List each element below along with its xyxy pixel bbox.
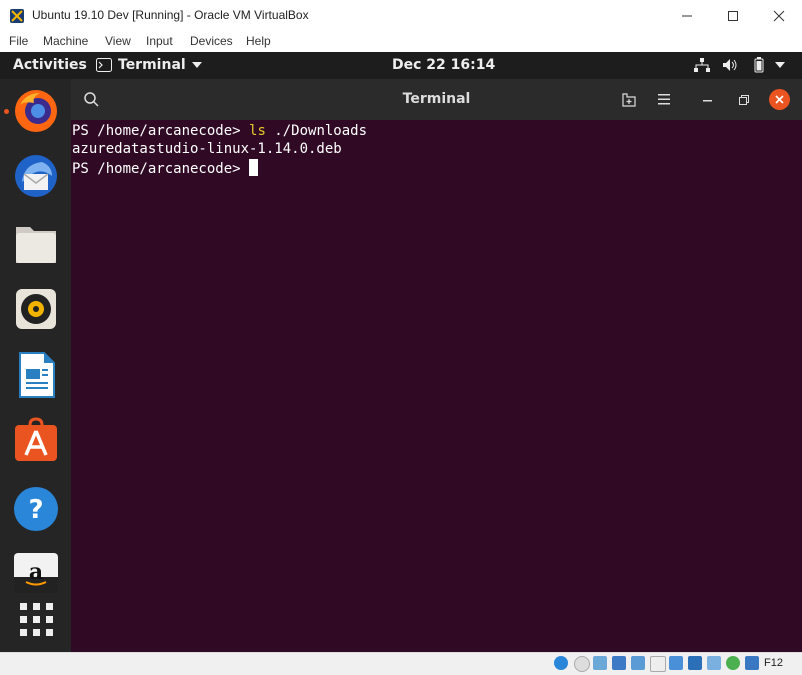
keyboard-capture-icon[interactable] xyxy=(745,656,759,670)
dock: ? a xyxy=(0,79,71,652)
status-bar: F12 xyxy=(0,652,802,675)
shared-folders-icon[interactable] xyxy=(650,656,666,672)
terminal-restore-icon[interactable] xyxy=(739,95,749,105)
video-capture-icon[interactable] xyxy=(688,656,702,670)
system-menu-chevron-icon[interactable] xyxy=(775,62,785,68)
virtualbox-icon xyxy=(10,9,24,23)
menu-bar: File Machine View Input Devices Help xyxy=(0,31,802,52)
clock[interactable]: Dec 22 16:14 xyxy=(392,57,495,73)
show-apps-icon[interactable] xyxy=(12,595,60,643)
maximize-icon xyxy=(728,10,738,21)
amazon-icon[interactable]: a xyxy=(12,549,60,597)
thunderbird-icon[interactable] xyxy=(12,152,60,200)
window-title: Ubuntu 19.10 Dev [Running] - Oracle VM V… xyxy=(32,8,309,22)
virtualization-icon[interactable] xyxy=(726,656,740,670)
svg-text:a: a xyxy=(29,559,43,585)
menu-devices[interactable]: Devices xyxy=(190,34,233,48)
rhythmbox-icon[interactable] xyxy=(12,285,60,333)
firefox-icon[interactable] xyxy=(12,87,60,135)
terminal-headerbar: Terminal xyxy=(71,79,802,120)
help-icon[interactable]: ? xyxy=(12,485,60,533)
volume-icon[interactable] xyxy=(722,58,738,72)
terminal-title: Terminal xyxy=(402,91,471,107)
menu-help[interactable]: Help xyxy=(246,34,271,48)
new-tab-icon[interactable] xyxy=(622,93,636,107)
network-icon[interactable] xyxy=(694,58,710,72)
minimize-button[interactable] xyxy=(664,0,710,31)
maximize-button[interactable] xyxy=(710,0,756,31)
prompt: PS /home/arcanecode> xyxy=(72,161,250,177)
command: ls xyxy=(249,123,266,139)
host-key-label: F12 xyxy=(764,657,783,669)
window-titlebar: Ubuntu 19.10 Dev [Running] - Oracle VM V… xyxy=(0,0,802,32)
mouse-integration-icon[interactable] xyxy=(707,656,721,670)
menu-input[interactable]: Input xyxy=(146,34,173,48)
terminal-minimize-icon[interactable] xyxy=(703,100,713,102)
svg-text:?: ? xyxy=(28,495,43,525)
app-menu-label: Terminal xyxy=(118,57,186,73)
terminal-line: PS /home/arcanecode> ls ./Downloads xyxy=(72,123,367,139)
close-icon xyxy=(773,10,785,21)
menu-view[interactable]: View xyxy=(105,34,131,48)
minimize-icon xyxy=(682,15,692,16)
chevron-down-icon xyxy=(191,62,202,68)
menu-file[interactable]: File xyxy=(9,34,28,48)
terminal-window[interactable]: Terminal PS /home/arcanecode> ls ./Downl… xyxy=(71,79,802,652)
audio-icon[interactable] xyxy=(593,656,607,670)
gnome-top-bar: Activities Terminal Dec 22 16:14 xyxy=(0,52,802,79)
app-menu-button[interactable]: Terminal xyxy=(96,57,202,73)
usb-icon[interactable] xyxy=(631,656,645,670)
command-args: ./Downloads xyxy=(265,123,368,139)
files-icon[interactable] xyxy=(12,219,60,267)
close-button[interactable] xyxy=(756,0,802,31)
display-icon[interactable] xyxy=(669,656,683,670)
network-adapter-icon[interactable] xyxy=(612,656,626,670)
optical-drive-icon[interactable] xyxy=(574,656,590,672)
terminal-output-line: azuredatastudio-linux-1.14.0.deb xyxy=(72,141,342,157)
terminal-line[interactable]: PS /home/arcanecode> xyxy=(72,159,259,177)
battery-icon[interactable] xyxy=(750,57,768,73)
prompt: PS /home/arcanecode> xyxy=(72,123,250,139)
activities-button[interactable]: Activities xyxy=(13,57,87,73)
running-indicator xyxy=(4,109,9,114)
hamburger-menu-icon[interactable] xyxy=(658,94,670,105)
ubuntu-software-icon[interactable] xyxy=(12,417,60,465)
text-cursor xyxy=(249,159,259,176)
terminal-icon xyxy=(96,58,112,72)
menu-machine[interactable]: Machine xyxy=(43,34,88,48)
libreoffice-writer-icon[interactable] xyxy=(12,351,60,399)
hard-disk-icon[interactable] xyxy=(554,656,568,670)
terminal-close-button[interactable] xyxy=(769,89,790,110)
